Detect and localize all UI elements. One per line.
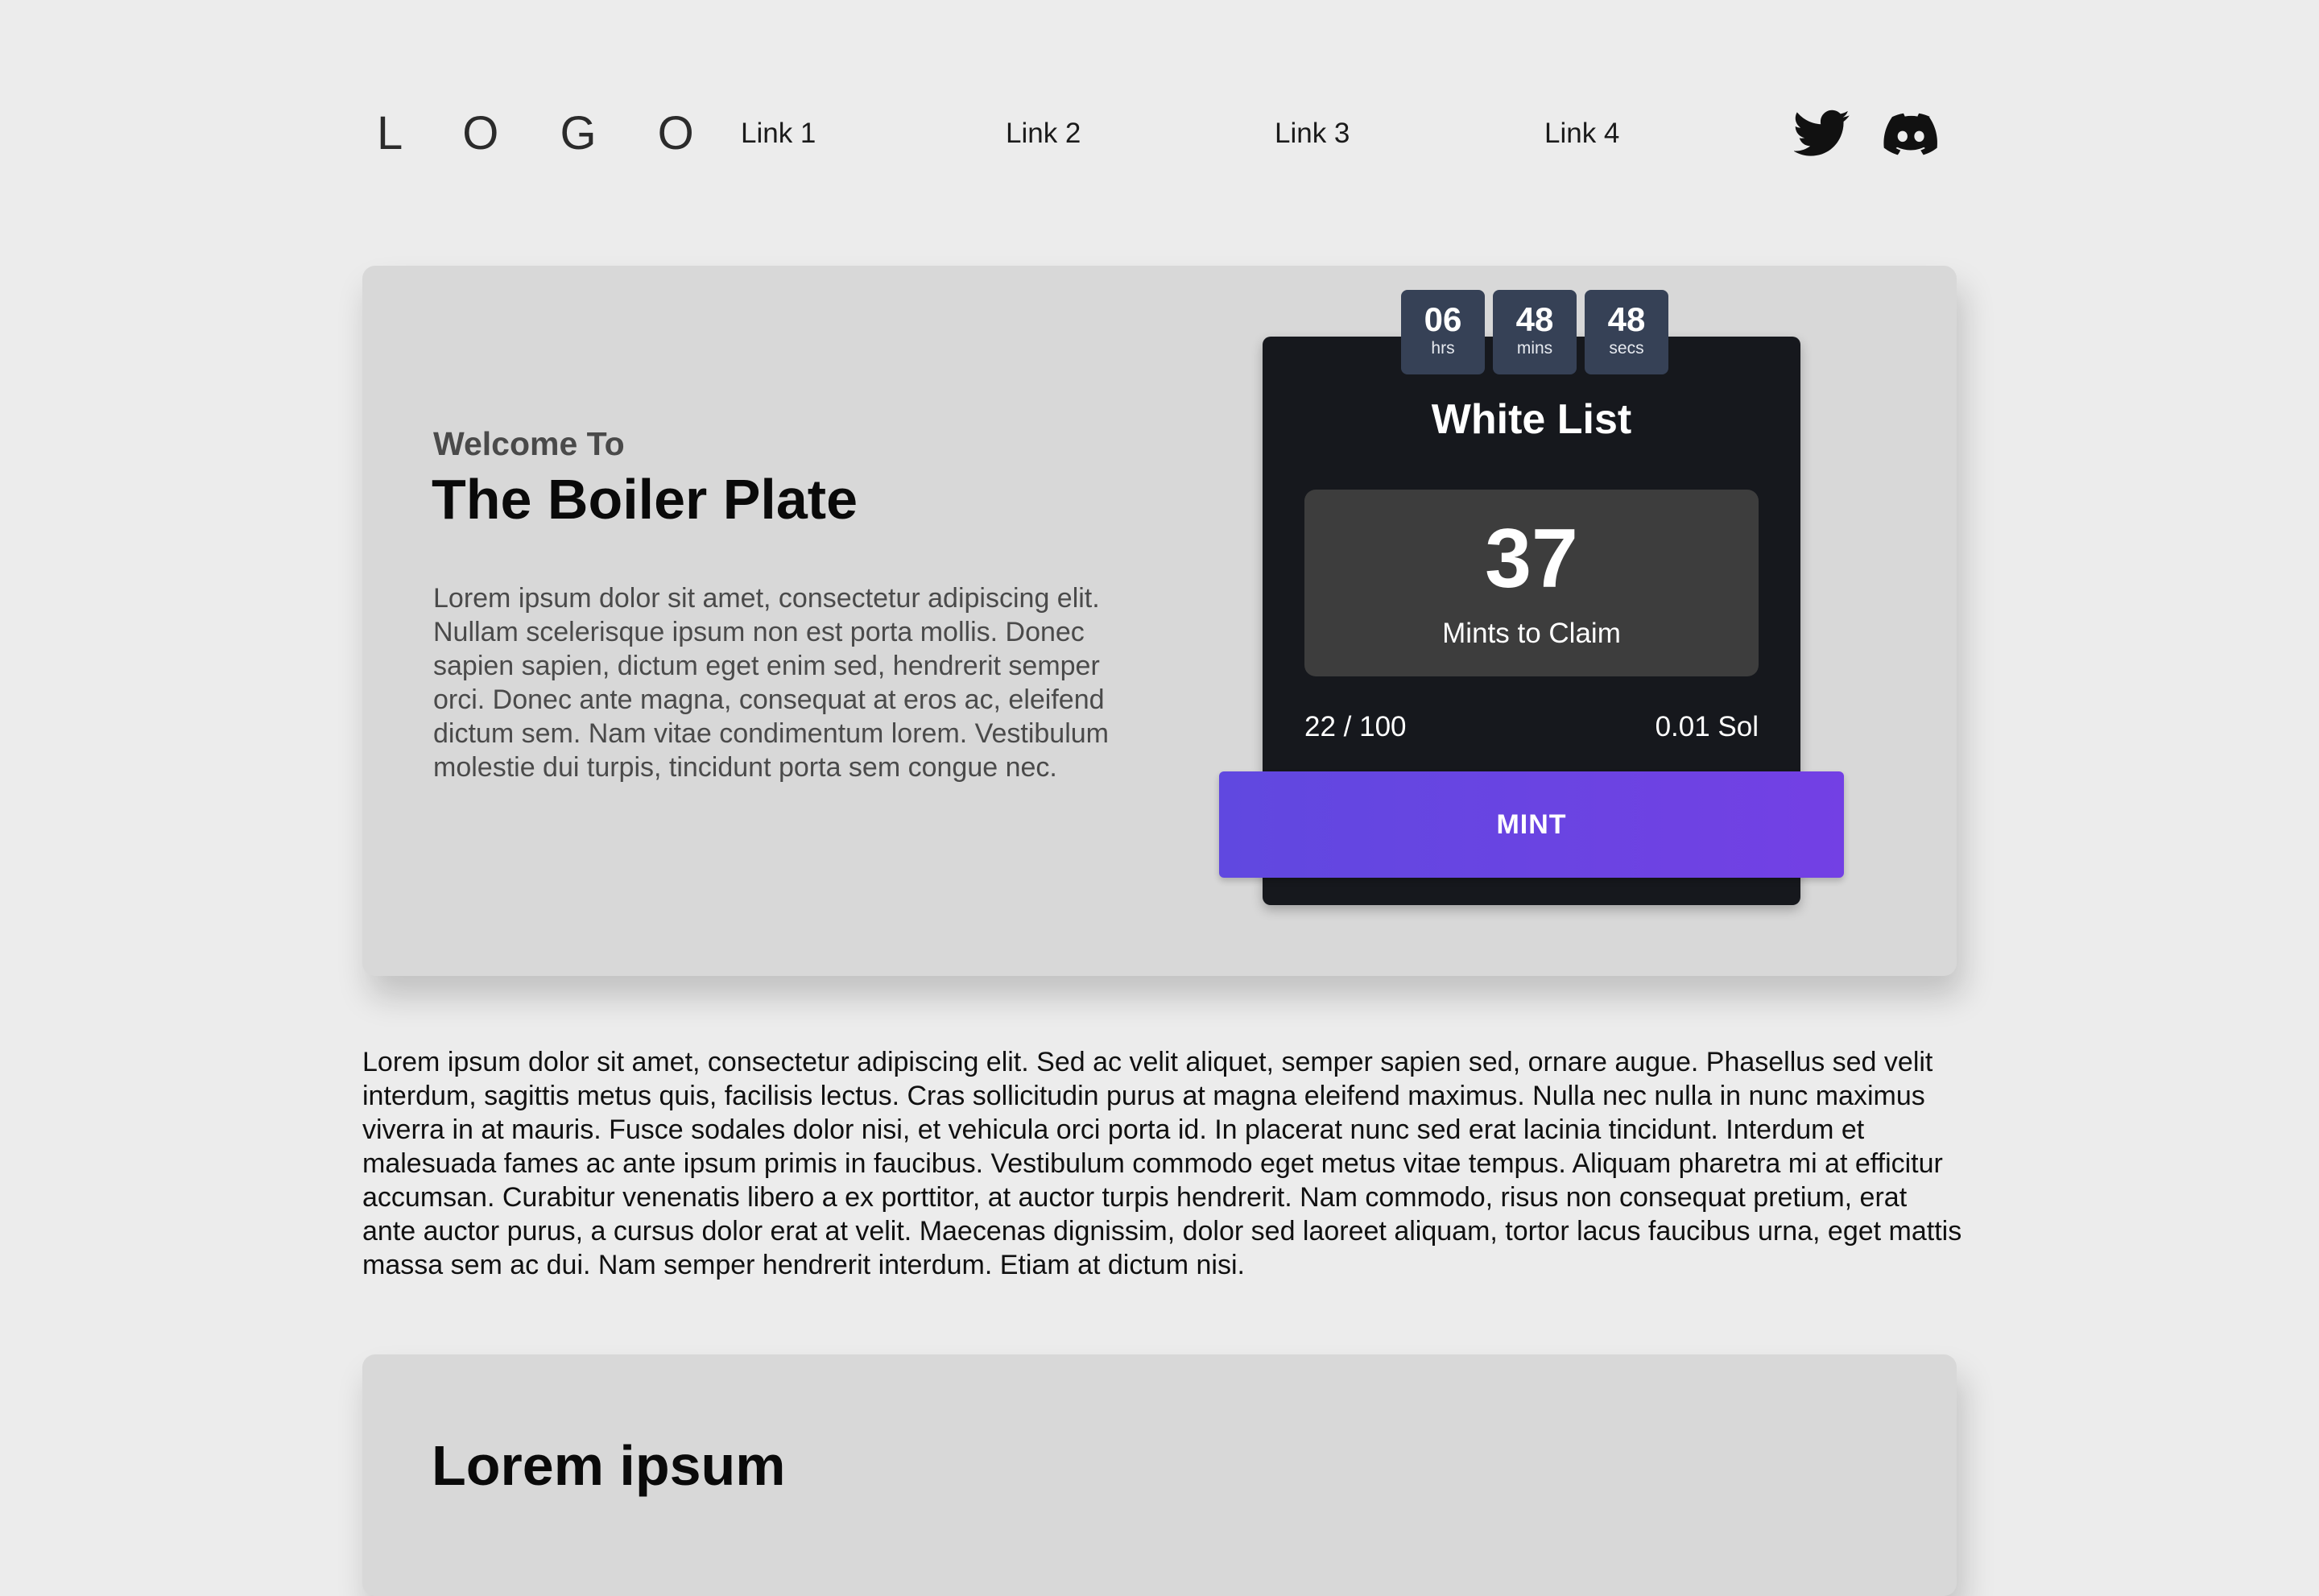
- hero-card: Welcome To The Boiler Plate Lorem ipsum …: [362, 266, 1957, 976]
- lower-card: Lorem ipsum: [362, 1354, 1957, 1596]
- countdown-hours-unit: hrs: [1431, 339, 1455, 358]
- discord-icon-glyph: [1883, 113, 1937, 155]
- body-paragraph: Lorem ipsum dolor sit amet, consectetur …: [362, 1047, 1962, 1280]
- hero-description: Lorem ipsum dolor sit amet, consectetur …: [433, 583, 1109, 783]
- countdown-seconds: 48 secs: [1585, 290, 1668, 374]
- nav-link-2[interactable]: Link 2: [1006, 117, 1081, 151]
- countdown-seconds-value: 48: [1607, 300, 1646, 338]
- mint-supply: 22 / 100: [1304, 711, 1407, 742]
- twitter-icon[interactable]: [1794, 105, 1850, 161]
- lower-card-heading: Lorem ipsum: [432, 1434, 786, 1497]
- discord-icon[interactable]: [1883, 105, 1939, 161]
- countdown-minutes-unit: mins: [1516, 339, 1553, 358]
- mint-price: 0.01 Sol: [1655, 711, 1759, 742]
- countdown-hours-value: 06: [1424, 300, 1462, 338]
- twitter-icon-glyph: [1794, 110, 1850, 156]
- countdown-minutes: 48 mins: [1493, 290, 1577, 374]
- mint-panel: 06 hrs 48 mins 48 secs White List 37 Min…: [1219, 290, 1844, 905]
- mint-panel-title: White List: [1431, 396, 1632, 443]
- nav-link-1[interactable]: Link 1: [741, 117, 816, 151]
- claim-box: 37 Mints to Claim: [1304, 490, 1759, 676]
- mint-button[interactable]: MINT: [1219, 771, 1844, 878]
- welcome-label: Welcome To: [433, 425, 625, 462]
- countdown-minutes-value: 48: [1515, 300, 1554, 338]
- countdown-hours: 06 hrs: [1401, 290, 1485, 374]
- claim-label: Mints to Claim: [1442, 618, 1621, 649]
- logo[interactable]: L O G O: [377, 105, 718, 163]
- countdown-seconds-unit: secs: [1609, 339, 1644, 358]
- nav-link-4[interactable]: Link 4: [1544, 117, 1619, 151]
- countdown-timer: 06 hrs 48 mins 48 secs: [1401, 290, 1668, 374]
- nav-link-3[interactable]: Link 3: [1275, 117, 1350, 151]
- hero-title: The Boiler Plate: [432, 468, 858, 531]
- claim-count: 37: [1485, 512, 1578, 606]
